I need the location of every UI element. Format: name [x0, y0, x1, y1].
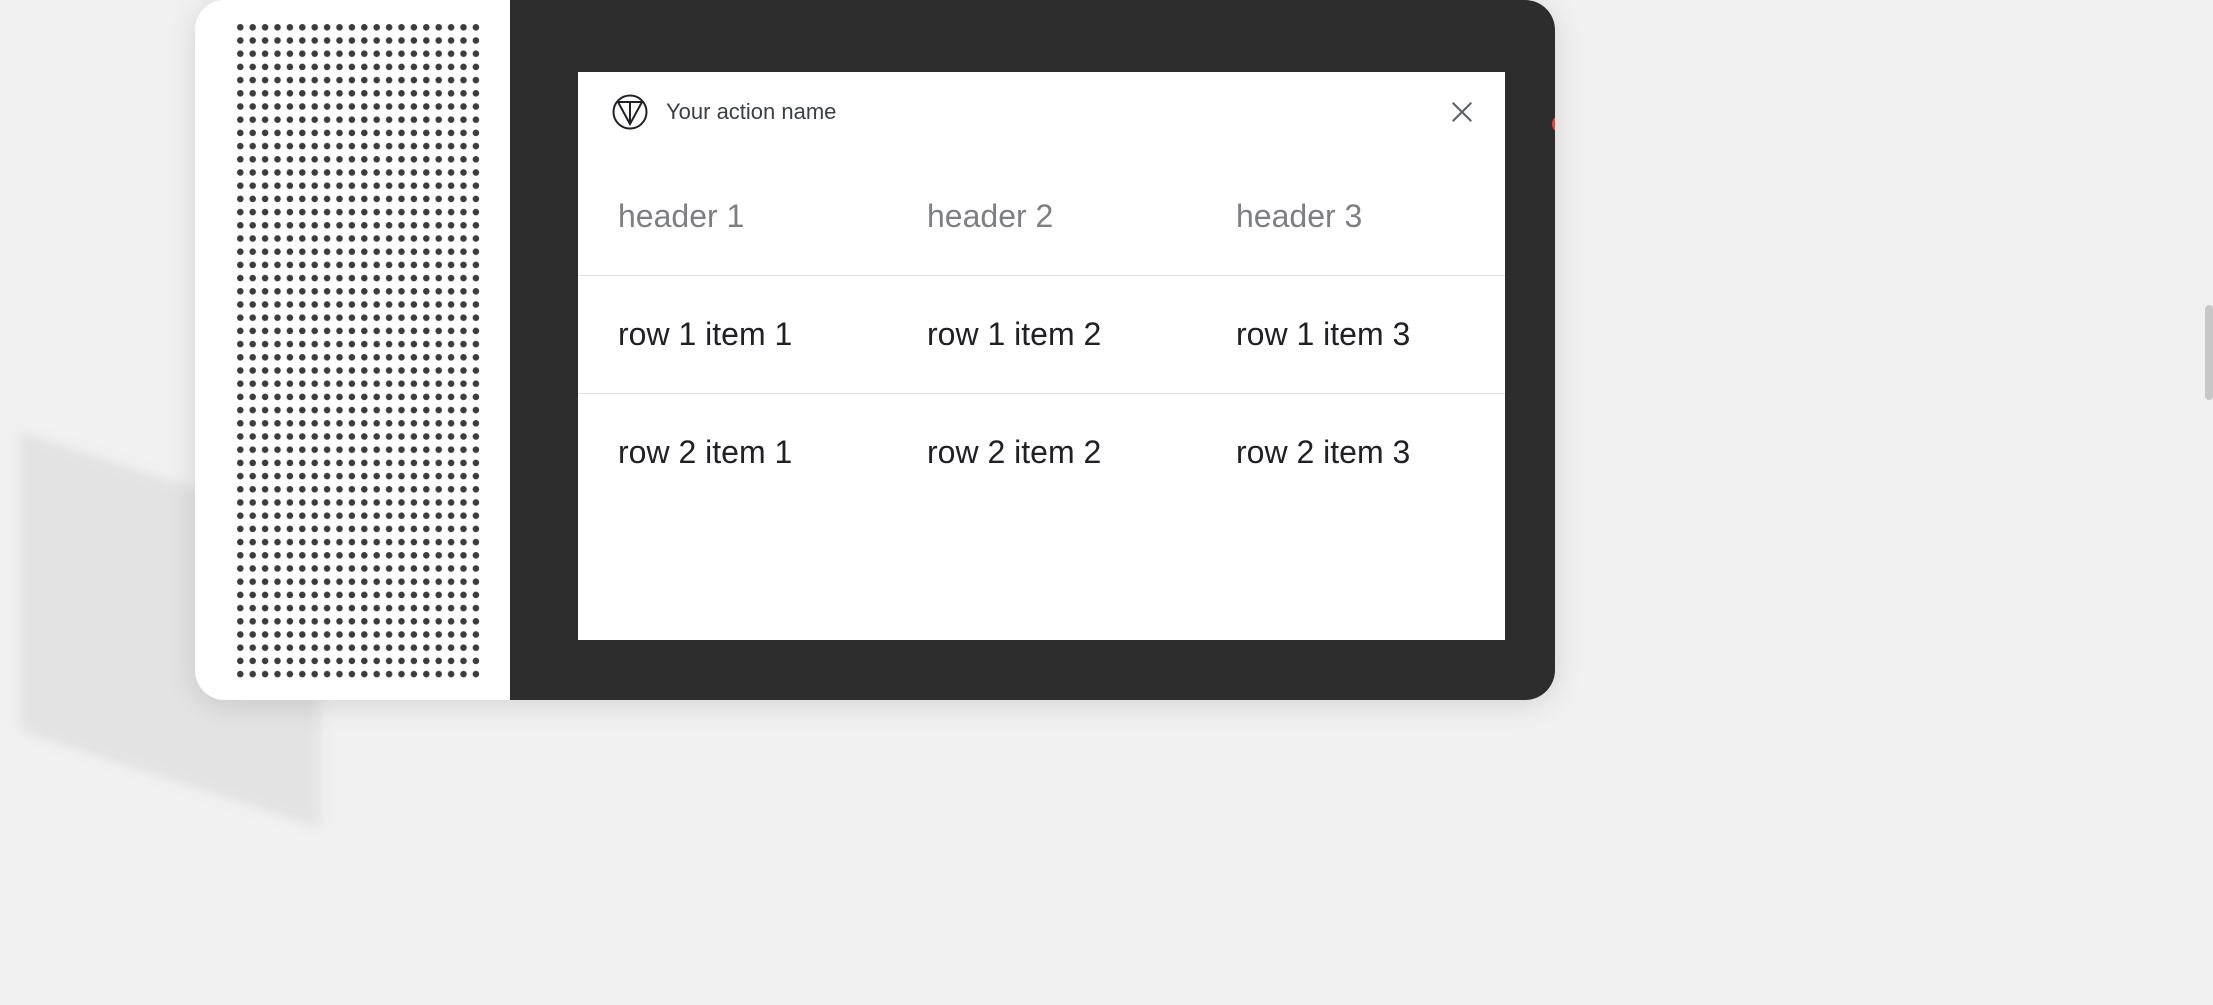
table-row: row 1 item 1 row 1 item 2 row 1 item 3	[578, 276, 1505, 394]
camera-led-icon	[1552, 115, 1555, 133]
table-header-cell: header 1	[578, 158, 887, 276]
display-screen: Your action name header 1 header 2 heade…	[510, 0, 1555, 700]
speaker-panel	[195, 0, 510, 700]
close-icon	[1449, 99, 1475, 125]
content-card: Your action name header 1 header 2 heade…	[578, 72, 1505, 640]
table-cell: row 1 item 3	[1196, 276, 1505, 394]
table-cell: row 2 item 2	[887, 394, 1196, 512]
close-button[interactable]	[1447, 97, 1477, 127]
table-cell: row 2 item 1	[578, 394, 887, 512]
page-scroll-hint	[2205, 305, 2213, 400]
table-header-cell: header 2	[887, 158, 1196, 276]
table-row: row 2 item 1 row 2 item 2 row 2 item 3	[578, 394, 1505, 512]
smart-display-device: Your action name header 1 header 2 heade…	[195, 0, 1555, 700]
card-header: Your action name	[578, 72, 1505, 158]
table-header-row: header 1 header 2 header 3	[578, 158, 1505, 276]
table-cell: row 1 item 2	[887, 276, 1196, 394]
data-table: header 1 header 2 header 3 row 1 item 1 …	[578, 158, 1505, 511]
action-name-label: Your action name	[666, 99, 1429, 125]
table-cell: row 2 item 3	[1196, 394, 1505, 512]
table-cell: row 1 item 1	[578, 276, 887, 394]
table-header-cell: header 3	[1196, 158, 1505, 276]
speaker-dotgrid-icon	[237, 24, 485, 684]
action-logo-icon	[612, 94, 648, 130]
